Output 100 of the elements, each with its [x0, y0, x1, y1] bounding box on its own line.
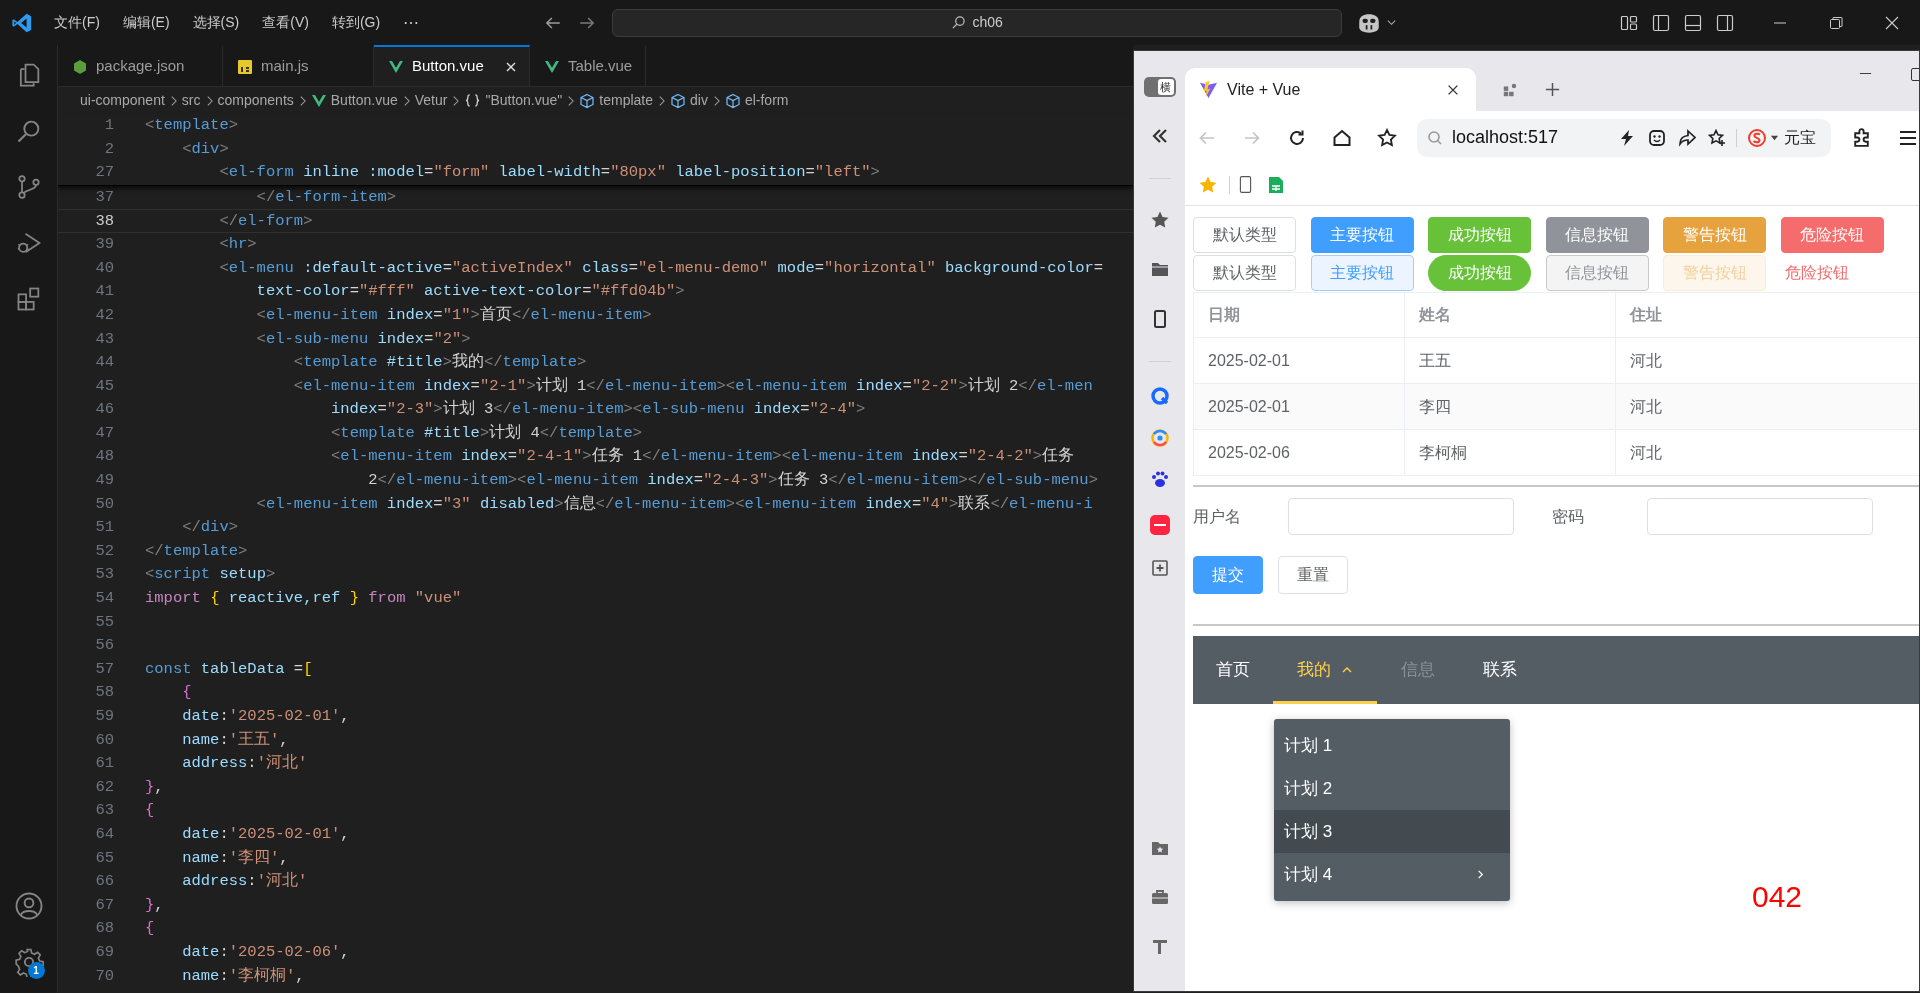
code-line: <el-menu-item index="2-1">计划 1</el-menu-item><el-menu-item index="2-2">计划 2</el-men	[293, 375, 1093, 397]
line-number: 69	[94, 941, 114, 963]
line-number: 46	[94, 399, 114, 421]
settings-icon[interactable]	[13, 947, 44, 977]
star-icon[interactable]	[1149, 210, 1170, 230]
close-icon[interactable]	[1884, 14, 1900, 31]
code-line: <script setup>	[145, 564, 276, 586]
page-number-text: 042	[1752, 879, 1803, 915]
browser-tab[interactable]: Vite + Vue	[1185, 68, 1476, 111]
colorful-ring-icon[interactable]	[1149, 428, 1170, 448]
tab-groups-icon[interactable]	[1502, 81, 1518, 98]
command-search-field[interactable]: ch06	[612, 8, 1343, 37]
breadcrumb-item[interactable]: template	[579, 90, 653, 111]
line-number: 52	[94, 540, 114, 562]
dropdown-item[interactable]: 计划 1	[1274, 724, 1510, 767]
chevron-down-icon[interactable]	[1386, 17, 1398, 28]
line-number: 54	[94, 588, 114, 610]
json-file-icon	[72, 58, 88, 75]
dropdown-item[interactable]: 计划 3	[1274, 810, 1510, 853]
home-icon[interactable]	[1332, 127, 1352, 148]
button[interactable]: 默认类型	[1193, 217, 1296, 253]
input-field[interactable]	[1647, 498, 1873, 535]
code-line: },	[145, 894, 164, 916]
extensions-icon[interactable]	[1851, 127, 1872, 148]
toggle-secondary-sidebar-icon[interactable]	[1716, 13, 1734, 32]
line-number: 47	[94, 422, 114, 444]
line-number: 49	[94, 470, 114, 492]
mobile-icon[interactable]	[1239, 175, 1252, 194]
code-line: name:'李柯桐',	[182, 965, 305, 987]
line-number: 43	[94, 328, 114, 350]
customize-layout-icon[interactable]	[1620, 13, 1638, 32]
face-icon[interactable]	[1648, 128, 1666, 147]
braces-icon	[464, 93, 482, 108]
nav-menu-item[interactable]: 首页	[1193, 636, 1273, 704]
breadcrumb-item[interactable]: components	[217, 90, 294, 111]
dropdown-item[interactable]: 计划 2	[1274, 767, 1510, 810]
vue-file-icon	[310, 92, 327, 109]
button[interactable]: 重置	[1278, 556, 1348, 594]
code-line: text-color="#fff" active-text-color="#ffd04b">	[256, 281, 685, 303]
toggle-sidebar-icon[interactable]	[1652, 13, 1670, 32]
line-number: 57	[94, 658, 114, 680]
lightning-icon[interactable]	[1618, 128, 1636, 147]
breadcrumb-item[interactable]: src	[181, 90, 201, 111]
address-bar[interactable]: localhost:517 元宝	[1417, 118, 1831, 157]
line-number: 70	[94, 965, 114, 987]
field-label: 用户名	[1193, 506, 1242, 527]
app-icon[interactable]	[1148, 514, 1171, 536]
code-line: 2</el-menu-item><el-menu-item index="2-4-3">任务 3</el-menu-item></el-sub-menu>	[368, 470, 1098, 492]
bookmark-star-icon[interactable]	[1377, 127, 1397, 148]
nav-menu-item[interactable]: 我的	[1273, 636, 1377, 704]
table-cell: 2025-02-06	[1194, 430, 1405, 475]
q-logo-icon[interactable]	[1149, 386, 1170, 406]
engine-label: 元宝	[1784, 127, 1816, 148]
breadcrumb-item[interactable]: el-form	[724, 90, 789, 111]
add-box-icon[interactable]	[1149, 558, 1170, 578]
more-menu-button[interactable]: ⋯	[399, 10, 424, 35]
spreadsheet-icon[interactable]	[1267, 175, 1285, 194]
code-line: <el-sub-menu index="2">	[256, 328, 471, 350]
breadcrumb-item[interactable]: ui-component	[80, 90, 165, 111]
account-icon[interactable]	[13, 891, 44, 921]
line-number: 37	[94, 186, 114, 208]
line-number: 60	[94, 729, 114, 751]
button[interactable]: 默认类型	[1193, 255, 1296, 291]
paw-icon[interactable]	[1149, 469, 1170, 489]
line-number: 53	[94, 564, 114, 586]
input-field[interactable]	[1288, 498, 1514, 535]
breadcrumb-item[interactable]: Button.vue	[310, 90, 398, 111]
new-tab-icon[interactable]	[1544, 81, 1561, 98]
line-number: 63	[94, 800, 114, 822]
briefcase-icon[interactable]	[1149, 887, 1170, 907]
menu-item[interactable]: 查看(V)	[258, 9, 313, 36]
code-line: </el-form>	[219, 210, 313, 232]
editor-tab[interactable]: Button.vue	[374, 45, 530, 86]
line-number: 44	[94, 352, 114, 374]
menu-item[interactable]: 编辑(E)	[118, 9, 174, 36]
code-line: name:'王五',	[182, 729, 289, 751]
dropdown-caret-icon[interactable]	[1770, 133, 1779, 142]
line-number: 40	[94, 257, 114, 279]
restore-icon[interactable]	[1828, 14, 1844, 31]
add-favorite-icon[interactable]	[1708, 128, 1726, 147]
code-line: },	[145, 776, 164, 798]
vue-file-icon	[544, 58, 560, 75]
menu-item[interactable]: 选择(S)	[188, 9, 244, 36]
breadcrumb-item[interactable]: Vetur	[414, 90, 448, 111]
dropdown-item[interactable]: 计划 4	[1274, 853, 1510, 896]
cube-icon	[579, 92, 596, 109]
nav-menu-item[interactable]: 联系	[1459, 636, 1541, 704]
share-icon[interactable]	[1678, 128, 1696, 147]
column-header: 日期	[1194, 293, 1405, 337]
menu-item[interactable]: 转到(G)	[327, 9, 385, 36]
code-line: date:'2025-02-01',	[182, 824, 350, 845]
breadcrumb-item[interactable]: "Button.vue"	[464, 90, 563, 111]
sidebar-toggle[interactable]: 横	[1143, 77, 1176, 97]
breadcrumb-item[interactable]: div	[670, 90, 708, 111]
line-number: 68	[94, 918, 114, 940]
code-line: {	[182, 682, 192, 704]
line-number: 41	[94, 281, 114, 303]
menu-item[interactable]: 文件(F)	[50, 9, 104, 36]
code-line: date:'2025-02-01',	[182, 706, 350, 727]
toggle-panel-icon[interactable]	[1684, 13, 1702, 32]
